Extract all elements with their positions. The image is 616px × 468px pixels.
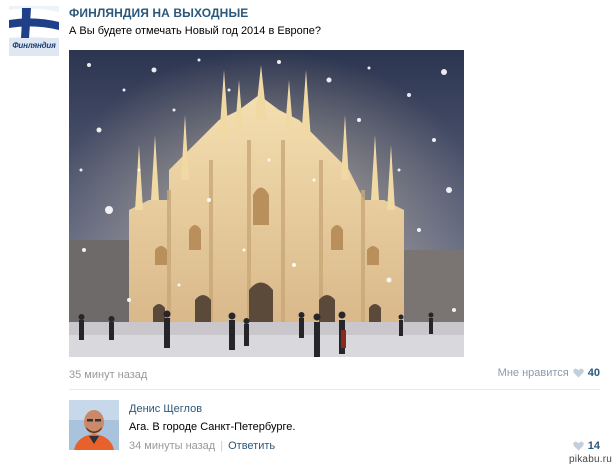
cathedral-photo <box>69 50 464 357</box>
comment-author-avatar[interactable] <box>69 400 119 450</box>
post-photo[interactable] <box>69 50 464 357</box>
person-photo-icon <box>69 400 119 450</box>
comment-timestamp[interactable]: 34 минуты назад <box>129 440 215 452</box>
post-text: А Вы будете отмечать Новый год 2014 в Ев… <box>69 25 321 37</box>
group-avatar-caption: Финляндия <box>12 41 56 50</box>
comment-meta: 34 минуты назад | Ответить <box>129 440 275 452</box>
group-avatar[interactable]: Финляндия <box>9 6 59 56</box>
post-timestamp[interactable]: 35 минут назад <box>69 369 147 381</box>
post-comment-divider <box>69 389 600 390</box>
like-label: Мне нравится <box>497 367 569 379</box>
post-like-count: 40 <box>587 367 600 379</box>
heart-icon <box>572 368 584 378</box>
wall-post: Финляндия Финляндия на выходные А Вы буд… <box>0 0 616 468</box>
reply-link[interactable]: Ответить <box>228 440 275 452</box>
meta-separator: | <box>220 440 224 452</box>
comment-author-name[interactable]: Денис Щеглов <box>129 403 202 415</box>
watermark: pikabu.ru <box>569 454 612 465</box>
comment-like-button[interactable]: 14 <box>572 440 600 452</box>
post-like-button[interactable]: Мне нравится 40 <box>498 367 600 379</box>
comment-text: Ага. В городе Санкт-Петербурге. <box>129 421 296 433</box>
heart-icon <box>572 441 584 451</box>
comment-like-count: 14 <box>587 440 600 452</box>
group-name-link[interactable]: Финляндия на выходные <box>69 6 248 20</box>
